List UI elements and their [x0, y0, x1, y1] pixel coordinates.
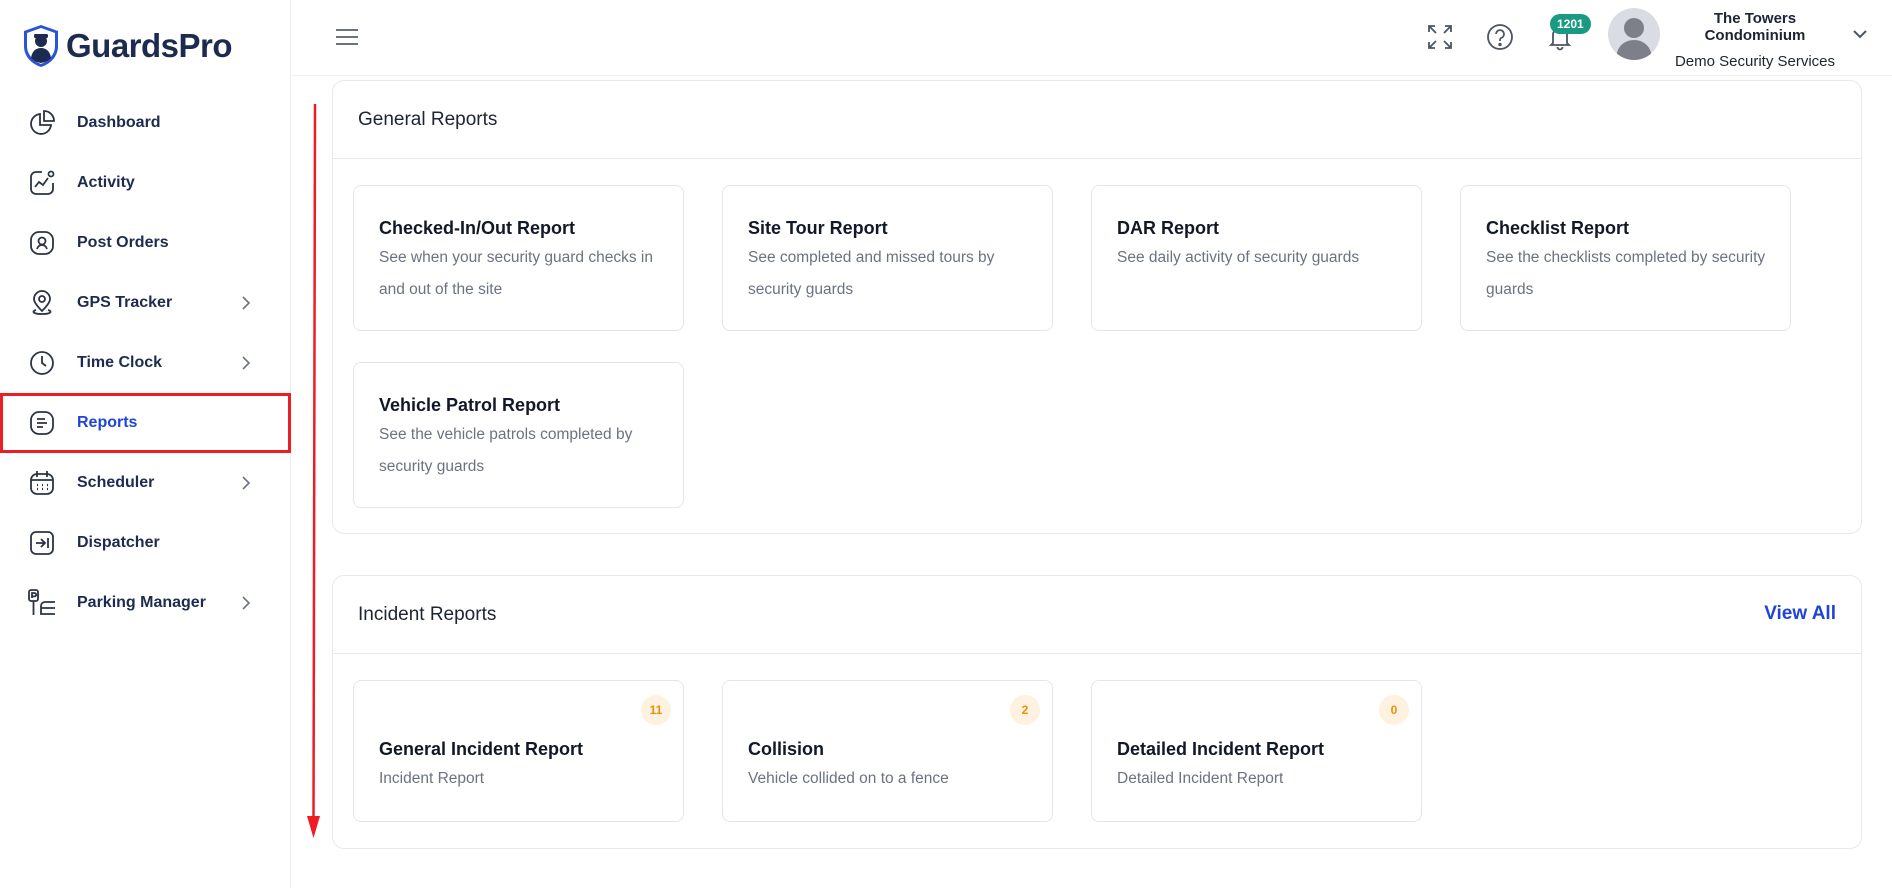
sidebar-item-dispatcher[interactable]: Dispatcher	[0, 513, 291, 573]
sidebar-item-reports[interactable]: Reports	[0, 393, 291, 453]
post-orders-icon	[27, 228, 57, 258]
card-description: See completed and missed tours by securi…	[748, 249, 995, 298]
brand-logo[interactable]: GuardsPro	[22, 24, 233, 68]
parking-icon	[27, 588, 57, 618]
card-description: See the vehicle patrols completed by sec…	[379, 426, 633, 475]
panel-title: Incident Reports	[358, 604, 497, 625]
report-document-icon	[27, 408, 57, 438]
shield-guard-logo-icon	[24, 25, 58, 67]
sidebar-item-label: Scheduler	[77, 474, 155, 491]
card-title: Checklist Report	[1486, 218, 1630, 238]
view-all-link[interactable]: View All	[1764, 603, 1836, 625]
notification-count-badge: 1201	[1550, 14, 1591, 34]
user-info[interactable]: The Towers Condominium Demo Security Ser…	[1670, 10, 1840, 70]
brand-name: GuardsPro	[66, 27, 233, 64]
card-description: See daily activity of security guards	[1117, 249, 1360, 266]
incident-count-badge: 2	[1010, 695, 1040, 725]
user-name: The Towers Condominium	[1704, 10, 1806, 44]
fullscreen-expand-icon[interactable]	[1425, 22, 1455, 52]
sidebar-item-label: Reports	[77, 414, 138, 431]
chevron-right-icon	[242, 476, 251, 490]
pie-chart-icon	[27, 108, 57, 138]
sidebar-item-label: Dispatcher	[77, 534, 160, 551]
report-card-dar[interactable]: DAR Report See daily activity of securit…	[1091, 185, 1422, 331]
incident-count-badge: 0	[1379, 695, 1409, 725]
topbar: 1201 The Towers Condominium Demo Securit…	[292, 0, 1892, 76]
sidebar-item-parking-manager[interactable]: Parking Manager	[0, 573, 291, 633]
person-silhouette-icon	[1616, 18, 1652, 60]
chevron-right-icon	[242, 596, 251, 610]
card-title: DAR Report	[1117, 218, 1219, 238]
hamburger-menu-icon[interactable]	[334, 25, 360, 49]
sidebar-item-time-clock[interactable]: Time Clock	[0, 333, 291, 393]
card-title: General Incident Report	[379, 739, 584, 759]
user-avatar[interactable]	[1608, 8, 1660, 60]
sidebar-item-activity[interactable]: Activity	[0, 153, 291, 213]
sidebar-item-post-orders[interactable]: Post Orders	[0, 213, 291, 273]
incident-card-collision[interactable]: 2 Collision Vehicle collided on to a fen…	[722, 680, 1053, 822]
card-description: Incident Report	[379, 770, 485, 787]
card-description: See the checklists completed by security…	[1486, 249, 1766, 298]
general-reports-panel: General Reports Checked-In/Out Report Se…	[332, 80, 1862, 534]
activity-chart-icon	[27, 168, 57, 198]
clock-icon	[27, 348, 57, 378]
card-description: Vehicle collided on to a fence	[748, 770, 949, 787]
user-organization: Demo Security Services	[1674, 53, 1836, 70]
chevron-right-icon	[242, 296, 251, 310]
sidebar-item-scheduler[interactable]: Scheduler	[0, 453, 291, 513]
calendar-icon	[27, 468, 57, 498]
sidebar-nav: Dashboard Activity Post Orders GPS Track…	[0, 93, 291, 633]
panel-header: General Reports	[333, 81, 1861, 159]
card-title: Vehicle Patrol Report	[379, 395, 561, 415]
scroll-down-arrow-annotation	[307, 104, 320, 838]
sidebar-item-label: Parking Manager	[77, 594, 206, 611]
card-title: Site Tour Report	[748, 218, 888, 238]
incident-reports-panel: Incident Reports View All 11 General Inc…	[332, 575, 1862, 849]
location-pin-icon	[27, 288, 57, 318]
card-title: Collision	[748, 739, 824, 759]
incident-count-badge: 11	[641, 695, 671, 725]
incident-card-general[interactable]: 11 General Incident Report Incident Repo…	[353, 680, 684, 822]
card-title: Detailed Incident Report	[1117, 739, 1325, 759]
help-question-icon[interactable]	[1485, 22, 1515, 52]
sidebar: GuardsPro Dashboard Activity Post Orders…	[0, 0, 291, 888]
report-card-vehicle-patrol[interactable]: Vehicle Patrol Report See the vehicle pa…	[353, 362, 684, 508]
sidebar-item-label: Dashboard	[77, 114, 161, 131]
panel-title: General Reports	[358, 109, 498, 130]
report-card-checklist[interactable]: Checklist Report See the checklists comp…	[1460, 185, 1791, 331]
card-description: See when your security guard checks in a…	[379, 249, 653, 298]
card-title: Checked-In/Out Report	[379, 218, 576, 238]
sidebar-item-label: GPS Tracker	[77, 294, 173, 311]
chevron-down-icon[interactable]	[1850, 26, 1870, 42]
dispatch-icon	[27, 528, 57, 558]
incident-card-detailed[interactable]: 0 Detailed Incident Report Detailed Inci…	[1091, 680, 1422, 822]
chevron-right-icon	[242, 356, 251, 370]
report-card-checked-in-out[interactable]: Checked-In/Out Report See when your secu…	[353, 185, 684, 331]
sidebar-item-gps-tracker[interactable]: GPS Tracker	[0, 273, 291, 333]
report-card-site-tour[interactable]: Site Tour Report See completed and misse…	[722, 185, 1053, 331]
panel-header: Incident Reports View All	[333, 576, 1861, 654]
sidebar-item-dashboard[interactable]: Dashboard	[0, 93, 291, 153]
sidebar-item-label: Post Orders	[77, 234, 169, 251]
card-description: Detailed Incident Report	[1117, 770, 1284, 787]
sidebar-item-label: Activity	[77, 174, 135, 191]
sidebar-item-label: Time Clock	[77, 354, 163, 371]
